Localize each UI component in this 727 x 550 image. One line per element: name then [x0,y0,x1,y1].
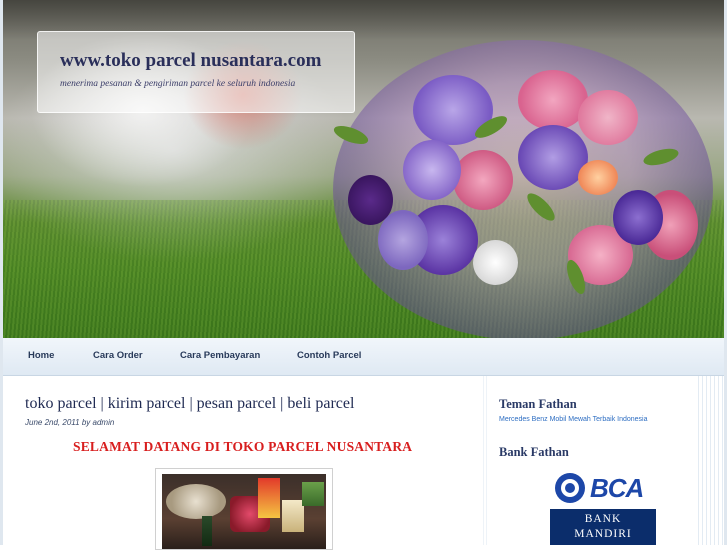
header-banner: www.toko parcel nusantara.com menerima p… [3,0,724,338]
mandiri-label-line2: MANDIRI [574,528,632,540]
mandiri-label-line1: BANK [584,513,622,525]
bottle-shape [202,516,212,546]
main-nav: Home Cara Order Cara Pembayaran Contoh P… [3,338,724,376]
tray-shape [166,484,226,519]
nav-item-cara-pembayaran[interactable]: Cara Pembayaran [180,350,260,361]
bca-label: BCA [590,472,644,503]
dark-purple-flower [348,175,393,225]
snack-box-shape [258,478,280,518]
rose-flower [453,150,513,210]
rose-flower [578,90,638,145]
sidebar: Teman Fathan Mercedes Benz Mobil Mewah T… [487,376,695,545]
bca-emblem-icon [555,473,585,503]
white-rose-flower [473,240,518,285]
site-tagline: menerima pesanan & pengiriman parcel ke … [60,79,296,89]
purple-rose-flower [378,210,428,270]
sidebar-stripe [695,376,724,545]
nav-item-cara-order[interactable]: Cara Order [93,350,143,361]
parcel-photo [162,474,326,549]
main-content: toko parcel | kirim parcel | pesan parce… [3,376,481,550]
post-heading: SELAMAT DATANG DI TOKO PARCEL NUSANTARA [73,439,413,454]
cookie-tin-shape [302,482,324,506]
widget-title-teman: Teman Fathan [499,397,577,411]
post-author: admin [92,418,115,427]
site-title[interactable]: www.toko parcel nusantara.com [60,50,321,72]
bank-mandiri-logo: BANK MANDIRI [550,509,656,545]
post-title[interactable]: toko parcel | kirim parcel | pesan parce… [25,395,354,413]
widget-title-bank: Bank Fathan [499,445,569,459]
orange-lily-flower [578,160,618,195]
purple-rose-flower [613,190,663,245]
nav-item-contoh-parcel[interactable]: Contoh Parcel [297,350,361,361]
post-date: June 2nd, 2011 [25,418,80,427]
bca-logo: BCA [555,472,659,504]
purple-rose-flower [403,140,461,200]
post-meta: June 2nd, 2011 by admin [25,418,114,427]
sidebar-link-mercedes[interactable]: Mercedes Benz Mobil Mewah Terbaik Indone… [499,416,648,423]
parcel-image[interactable] [155,468,333,550]
post-author-prefix: by [81,418,91,427]
jar-shape [282,500,304,532]
nav-item-home[interactable]: Home [28,350,54,361]
sidebar-background: Teman Fathan Mercedes Benz Mobil Mewah T… [481,376,724,545]
site-title-box: www.toko parcel nusantara.com menerima p… [37,31,355,113]
